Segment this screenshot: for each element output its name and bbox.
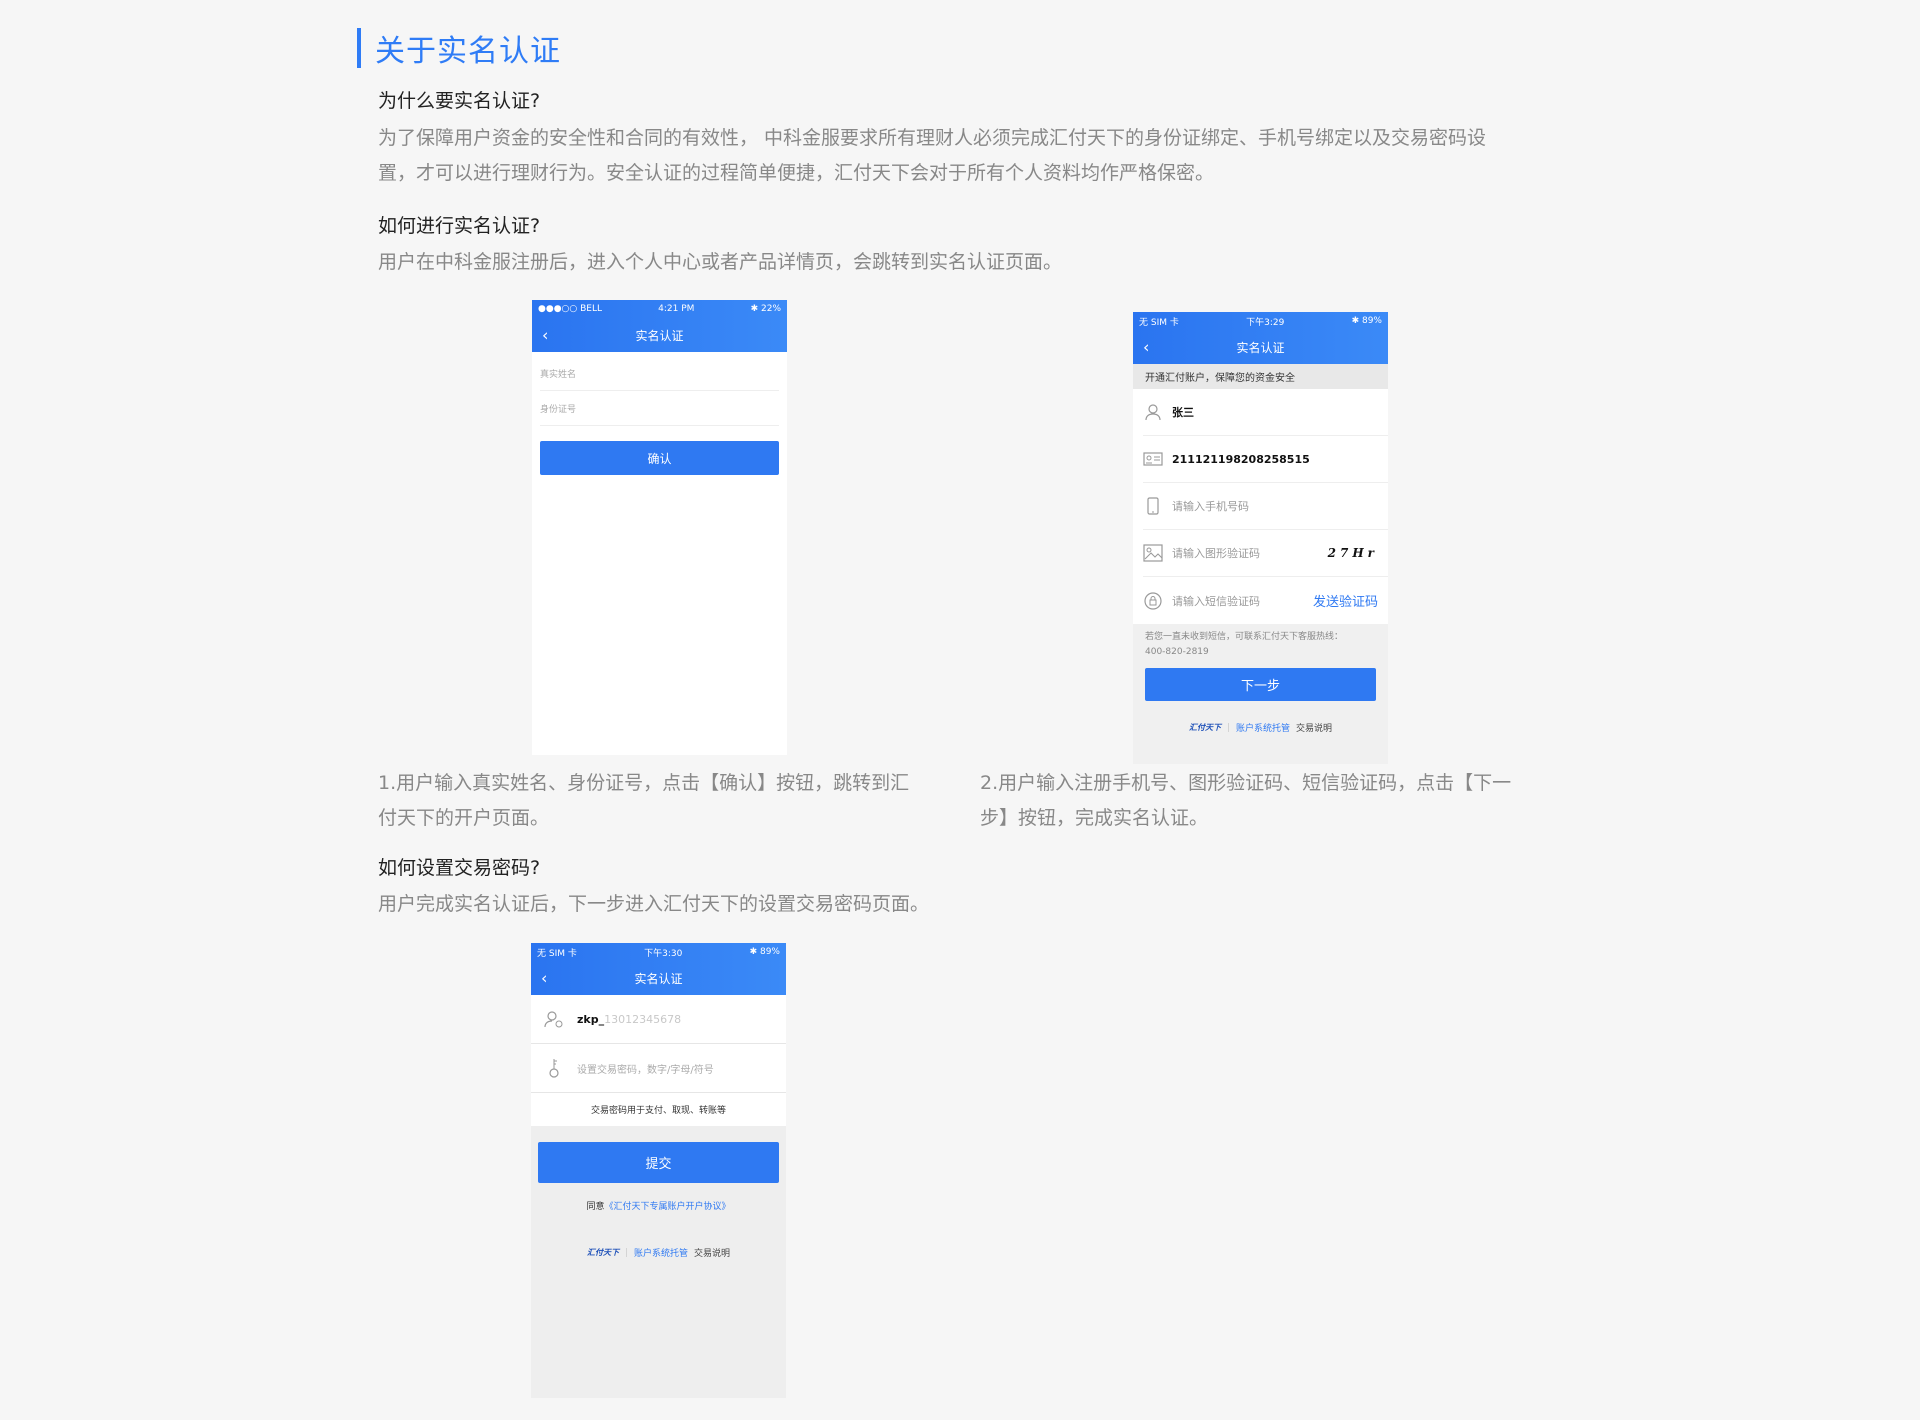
- phone-input[interactable]: 请输入手机号码: [1172, 498, 1378, 514]
- agreement: 同意《汇付天下专属账户开户协议》: [531, 1199, 786, 1212]
- user-icon: [543, 1010, 565, 1028]
- name-value: 张三: [1172, 406, 1194, 419]
- phone-screenshot-account-open: 无 SIM 卡 下午3:29 ✱ 89% ‹ 实名认证 开通汇付账户，保障您的资…: [1133, 312, 1388, 764]
- caption1-line1: 1.用户输入真实姓名、身份证号，点击【确认】按钮，跳转到汇: [378, 772, 910, 794]
- image-icon: [1143, 543, 1163, 563]
- section-title-text: 关于实名认证: [375, 34, 561, 69]
- user-row: zkp_ 13012345678: [531, 995, 786, 1044]
- status-bar: ●●●○○ BELL 4:21 PM ✱ 22%: [532, 300, 787, 318]
- footer-divider: |: [624, 1247, 628, 1258]
- mobile-phone-icon: [1143, 496, 1163, 516]
- back-arrow-icon[interactable]: ‹: [1143, 338, 1149, 357]
- status-bar: 无 SIM 卡 下午3:30 ✱ 89%: [531, 943, 786, 961]
- status-battery: ✱ 89%: [749, 947, 780, 957]
- captcha-row[interactable]: 请输入图形验证码 27Hr: [1143, 530, 1388, 577]
- transaction-notes-link[interactable]: 交易说明: [1296, 721, 1332, 734]
- captcha-input[interactable]: 请输入图形验证码: [1172, 545, 1328, 561]
- back-arrow-icon[interactable]: ‹: [542, 326, 548, 345]
- question-why: 为什么要实名认证?: [378, 90, 541, 112]
- question-how: 如何进行实名认证?: [378, 215, 541, 237]
- id-row[interactable]: 211121198208258515: [1143, 436, 1388, 483]
- status-time: 下午3:29: [1246, 317, 1285, 328]
- status-time: 下午3:30: [644, 948, 683, 959]
- question-password: 如何设置交易密码?: [378, 857, 541, 879]
- chinapnr-logo: 汇付天下: [586, 1248, 619, 1257]
- confirm-button[interactable]: 确认: [540, 441, 779, 475]
- caption1-line2: 付天下的开户页面。: [378, 807, 550, 829]
- phone-row[interactable]: 请输入手机号码: [1143, 483, 1388, 530]
- sms-hint-line1: 若您一直未收到短信，可联系汇付天下客服热线：: [1145, 632, 1344, 642]
- nav-bar: ‹ 实名认证: [1133, 330, 1388, 364]
- footer: 汇付天下 | 账户系统托管 交易说明: [1133, 721, 1388, 735]
- captcha-image[interactable]: 27Hr: [1328, 546, 1378, 560]
- agree-prefix: 同意: [586, 1202, 605, 1212]
- custody-link[interactable]: 账户系统托管: [1236, 721, 1290, 734]
- phone-screenshot-realname: ●●●○○ BELL 4:21 PM ✱ 22% ‹ 实名认证 真实姓名 身份证…: [532, 300, 787, 755]
- security-notice: 开通汇付账户，保障您的资金安全: [1133, 364, 1388, 389]
- status-battery: ✱ 89%: [1351, 316, 1382, 326]
- nav-title: 实名认证: [634, 971, 683, 986]
- nav-bar: ‹ 实名认证: [532, 318, 787, 352]
- custody-link[interactable]: 账户系统托管: [634, 1246, 688, 1259]
- name-row[interactable]: 张三: [1143, 389, 1388, 436]
- form-rows: 张三 211121198208258515 请输入手机号码 请输入图形验证码 2…: [1133, 389, 1388, 624]
- phone2-header: 无 SIM 卡 下午3:29 ✱ 89% ‹ 实名认证: [1133, 312, 1388, 364]
- status-carrier: 无 SIM 卡: [1139, 317, 1179, 328]
- user-phone: 13012345678: [604, 1012, 682, 1026]
- name-input[interactable]: 真实姓名: [540, 356, 779, 391]
- chinapnr-logo: 汇付天下: [1188, 723, 1221, 732]
- footer: 汇付天下 | 账户系统托管 交易说明: [531, 1246, 786, 1260]
- answer-why-line2: 置，才可以进行理财行为。安全认证的过程简单便捷，汇付天下会对于所有个人资料均作严…: [378, 162, 1215, 184]
- footer-divider: |: [1226, 722, 1230, 733]
- lock-icon: [1143, 591, 1163, 611]
- status-carrier: 无 SIM 卡: [537, 948, 577, 959]
- nav-title: 实名认证: [1236, 340, 1285, 355]
- answer-password: 用户完成实名认证后，下一步进入汇付天下的设置交易密码页面。: [378, 893, 930, 915]
- next-step-button[interactable]: 下一步: [1145, 668, 1376, 701]
- title-accent-bar: [357, 28, 361, 68]
- hotline-number: 400-820-2819: [1145, 647, 1209, 657]
- id-value: 211121198208258515: [1172, 452, 1310, 466]
- phone-screenshot-set-password: 无 SIM 卡 下午3:30 ✱ 89% ‹ 实名认证 zkp_ 1301234…: [531, 943, 786, 1398]
- back-arrow-icon[interactable]: ‹: [541, 969, 547, 988]
- answer-how: 用户在中科金服注册后，进入个人中心或者产品详情页，会跳转到实名认证页面。: [378, 251, 1063, 273]
- status-bar: 无 SIM 卡 下午3:29 ✱ 89%: [1133, 312, 1388, 330]
- agreement-link[interactable]: 《汇付天下专属账户开户协议》: [605, 1202, 731, 1212]
- status-carrier: ●●●○○ BELL: [538, 304, 603, 314]
- password-input[interactable]: 设置交易密码，数字/字母/符号: [577, 1061, 714, 1076]
- status-battery: ✱ 22%: [750, 304, 781, 314]
- form-rows: zkp_ 13012345678 设置交易密码，数字/字母/符号: [531, 995, 786, 1093]
- transaction-notes-link[interactable]: 交易说明: [694, 1246, 730, 1259]
- phone3-header: 无 SIM 卡 下午3:30 ✱ 89% ‹ 实名认证: [531, 943, 786, 995]
- user-icon: [1143, 402, 1163, 422]
- answer-why-line1: 为了保障用户资金的安全性和合同的有效性， 中科金服要求所有理财人必须完成汇付天下…: [378, 127, 1487, 149]
- nav-title: 实名认证: [635, 328, 684, 343]
- section-title: 关于实名认证: [357, 28, 561, 69]
- id-number-input[interactable]: 身份证号: [540, 391, 779, 426]
- id-card-icon: [1143, 449, 1163, 469]
- sms-input[interactable]: 请输入短信验证码: [1172, 593, 1313, 609]
- user-name: zkp_: [577, 1012, 605, 1026]
- status-time: 4:21 PM: [658, 304, 695, 314]
- submit-button[interactable]: 提交: [538, 1142, 779, 1183]
- password-row[interactable]: 设置交易密码，数字/字母/符号: [531, 1044, 786, 1093]
- sms-row[interactable]: 请输入短信验证码 发送验证码: [1143, 577, 1388, 624]
- key-icon: [543, 1058, 565, 1078]
- caption2-line2: 步】按钮，完成实名认证。: [980, 807, 1209, 829]
- phone1-header: ●●●○○ BELL 4:21 PM ✱ 22% ‹ 实名认证: [532, 300, 787, 352]
- nav-bar: ‹ 实名认证: [531, 961, 786, 995]
- send-code-button[interactable]: 发送验证码: [1313, 591, 1378, 610]
- caption2-line1: 2.用户输入注册手机号、图形验证码、短信验证码，点击【下一: [980, 772, 1512, 794]
- sms-hint: 若您一直未收到短信，可联系汇付天下客服热线： 400-820-2819: [1133, 624, 1388, 660]
- password-usage-note: 交易密码用于支付、取现、转账等: [531, 1093, 786, 1126]
